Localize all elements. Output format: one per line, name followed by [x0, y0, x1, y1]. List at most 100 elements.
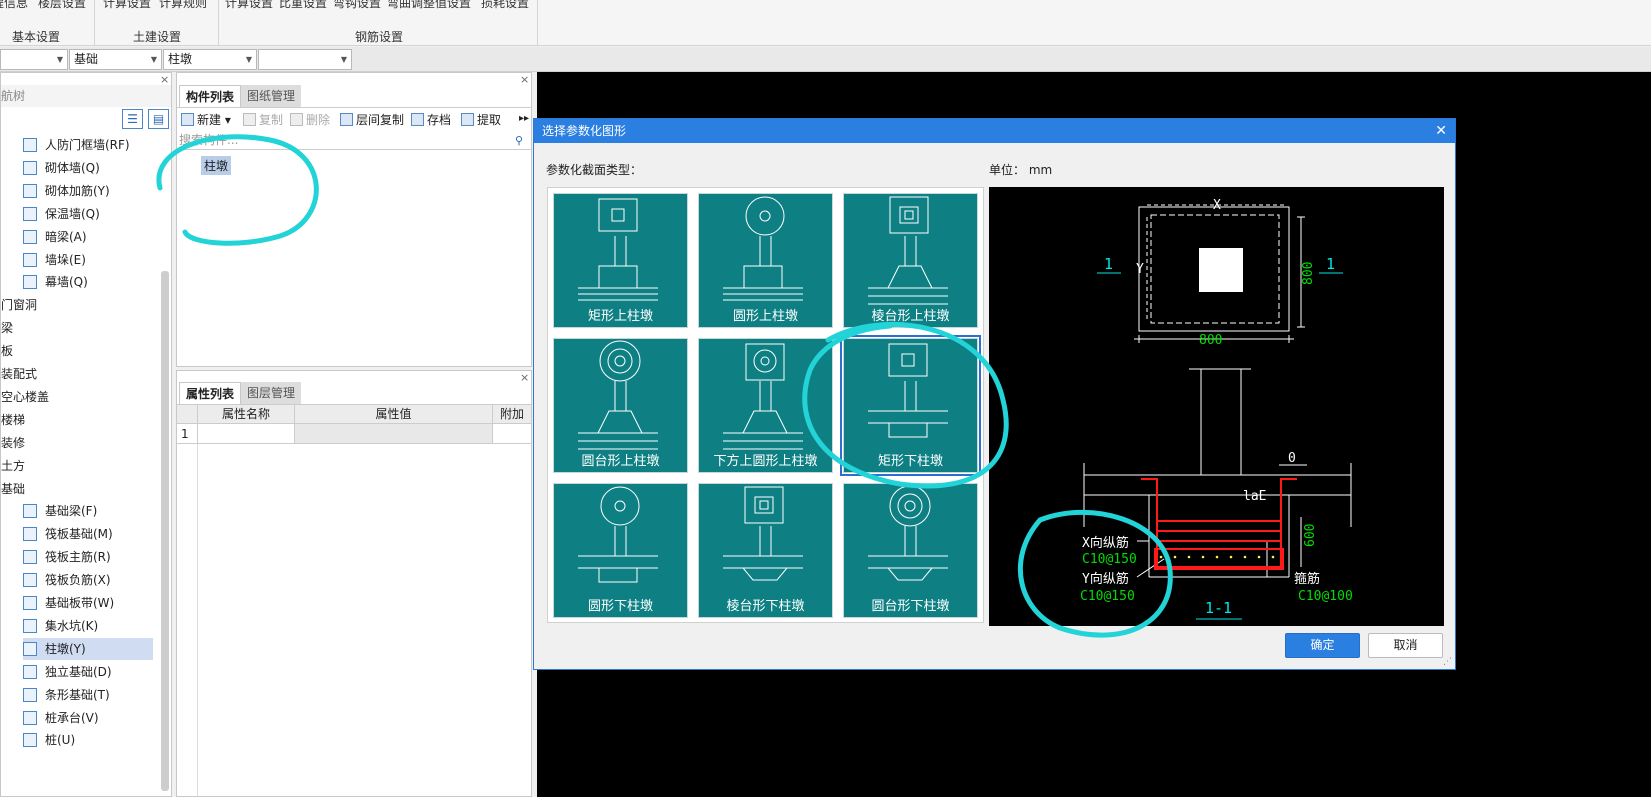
ribbon-item[interactable]: 计算设置: [103, 0, 151, 11]
tree-item-label: 空心楼盖: [1, 389, 50, 404]
floor-combo[interactable]: ▼: [0, 49, 68, 70]
shape-tile[interactable]: 圆形上柱墩: [698, 193, 833, 328]
tab-drawing-management[interactable]: 图纸管理: [241, 85, 302, 107]
close-icon[interactable]: ×: [520, 73, 529, 86]
archive-button[interactable]: 存档: [411, 110, 451, 130]
shape-label: 圆形下柱墩: [587, 599, 653, 614]
ribbon-item[interactable]: 计算规则: [159, 0, 207, 11]
category-combo[interactable]: 基础 ▼: [69, 49, 162, 70]
close-icon[interactable]: ×: [520, 371, 529, 384]
shape-preview: X Y 800 800 1 1 0 laE 600 X向纵筋 C10@150 Y…: [989, 187, 1444, 626]
tree-item[interactable]: 墙垛(E): [23, 249, 86, 271]
tab-layer-management[interactable]: 图层管理: [241, 382, 302, 404]
table-row[interactable]: 1: [177, 424, 531, 444]
ribbon-item[interactable]: 计算设置: [225, 0, 273, 11]
isolated-foundation-icon: [23, 664, 37, 679]
tree-item[interactable]: 砌体墙(Q): [23, 157, 100, 179]
property-extra-cell[interactable]: [492, 424, 531, 443]
close-icon[interactable]: ✕: [1435, 119, 1447, 143]
tree-item[interactable]: 集水坑(K): [23, 615, 98, 637]
delete-icon: [290, 113, 303, 126]
properties-panel: × 属性列表 图层管理 属性名称 属性值 附加 1: [176, 370, 532, 797]
ribbon-item[interactable]: 楼层设置: [38, 0, 86, 11]
dim-x-label: X: [1213, 198, 1221, 213]
tree-item-label: 暗梁(A): [45, 229, 87, 244]
tree-item[interactable]: 条形基础(T): [23, 684, 110, 706]
foundation-strip-icon: [23, 596, 37, 610]
raft-neg-rebar-icon: [23, 573, 37, 588]
property-value-cell[interactable]: [294, 424, 492, 443]
tab-component-list[interactable]: 构件列表: [179, 85, 242, 107]
cancel-button[interactable]: 取消: [1368, 633, 1443, 658]
shape-tile[interactable]: 矩形上柱墩: [553, 193, 688, 328]
ribbon-item[interactable]: 损耗设置: [481, 0, 529, 11]
shape-tile[interactable]: 下方上圆形上柱墩: [698, 338, 833, 473]
tree-item[interactable]: 保温墙(Q): [23, 203, 100, 225]
tree-item[interactable]: 土方: [1, 455, 25, 477]
shape-tile[interactable]: 圆形下柱墩: [553, 483, 688, 618]
tree-item[interactable]: 基础: [1, 478, 25, 500]
ribbon-item[interactable]: 比重设置: [279, 0, 327, 11]
shape-label: 棱台形上柱墩: [871, 309, 950, 324]
copy-button[interactable]: 复制: [243, 110, 283, 130]
scrollbar[interactable]: [161, 271, 169, 791]
tree-item[interactable]: 门窗洞: [1, 294, 37, 316]
tree-item[interactable]: 楼梯: [1, 409, 25, 431]
tree-item[interactable]: 人防门框墙(RF): [23, 134, 130, 156]
list-view-icon[interactable]: ☰: [122, 109, 143, 129]
tree-item[interactable]: 筏板负筋(X): [23, 569, 111, 591]
tree-item[interactable]: 桩(U): [23, 729, 75, 751]
ribbon-item[interactable]: 程信息: [0, 0, 28, 11]
tab-properties[interactable]: 属性列表: [179, 382, 242, 404]
shape-tile[interactable]: 棱台形上柱墩: [843, 193, 978, 328]
tree-item[interactable]: 幕墙(Q): [23, 271, 88, 293]
tree-item[interactable]: 筏板基础(M): [23, 523, 113, 545]
floor-copy-button[interactable]: 层间复制: [340, 110, 404, 130]
tree-item[interactable]: 空心楼盖: [1, 386, 49, 408]
tree-item[interactable]: 基础梁(F): [23, 500, 97, 522]
tree-item[interactable]: 板: [1, 340, 13, 362]
tree-item-label: 砌体加筋(Y): [45, 183, 110, 198]
insulation-wall-icon: [23, 206, 37, 221]
tree-item[interactable]: 独立基础(D): [23, 661, 112, 683]
more-icon[interactable]: ▸▸: [519, 113, 529, 124]
tree-item[interactable]: 装修: [1, 432, 25, 454]
shape-tile[interactable]: 圆台形上柱墩: [553, 338, 688, 473]
component-type-combo[interactable]: 柱墩 ▼: [163, 49, 257, 70]
divider: [197, 444, 198, 796]
tree-item[interactable]: 基础板带(W): [23, 592, 114, 614]
tree-item-label: 墙垛(E): [45, 252, 86, 267]
delete-button[interactable]: 删除: [290, 110, 330, 130]
selector-bar: ▼ 基础 ▼ 柱墩 ▼ ▼: [0, 47, 1651, 72]
list-item[interactable]: 柱墩: [201, 156, 232, 175]
shape-tile[interactable]: 圆台形下柱墩: [843, 483, 978, 618]
dim-zero: 0: [1288, 451, 1296, 466]
shape-tile[interactable]: 棱台形下柱墩: [698, 483, 833, 618]
ok-button[interactable]: 确定: [1285, 633, 1360, 658]
property-name-cell[interactable]: [197, 424, 294, 443]
extract-button[interactable]: 提取: [461, 110, 501, 130]
tree-item[interactable]: 暗梁(A): [23, 226, 87, 248]
x-rebar-value: C10@150: [1082, 552, 1137, 567]
tree-item[interactable]: 柱墩(Y): [23, 637, 153, 660]
tree-item[interactable]: 装配式: [1, 363, 37, 385]
column-pier-icon: [23, 641, 37, 656]
search-icon[interactable]: ⚲: [515, 134, 523, 147]
tree-item[interactable]: 砌体加筋(Y): [23, 180, 110, 202]
ribbon-item[interactable]: 弯曲调整值设置: [387, 0, 471, 11]
new-button[interactable]: 新建 ▾: [181, 110, 231, 130]
tree-item[interactable]: 桩承台(V): [23, 707, 99, 729]
ribbon-group-label: 钢筋设置: [355, 30, 404, 44]
search-input[interactable]: 搜索构件...: [177, 131, 531, 150]
component-combo[interactable]: ▼: [258, 49, 352, 70]
tree-item-label: 砌体墙(Q): [45, 160, 100, 175]
tree-item-label: 桩承台(V): [45, 710, 99, 725]
shape-tile[interactable]: 矩形下柱墩: [840, 335, 981, 476]
resize-grip-icon[interactable]: ⋰: [1443, 657, 1452, 667]
tree-item[interactable]: 筏板主筋(R): [23, 546, 111, 568]
chevron-down-icon: ▼: [150, 55, 157, 64]
ribbon-item[interactable]: 弯钩设置: [333, 0, 381, 11]
shape-label: 下方上圆形上柱墩: [713, 454, 818, 469]
detail-view-icon[interactable]: ▤: [148, 109, 169, 129]
tree-item[interactable]: 梁: [1, 317, 13, 339]
